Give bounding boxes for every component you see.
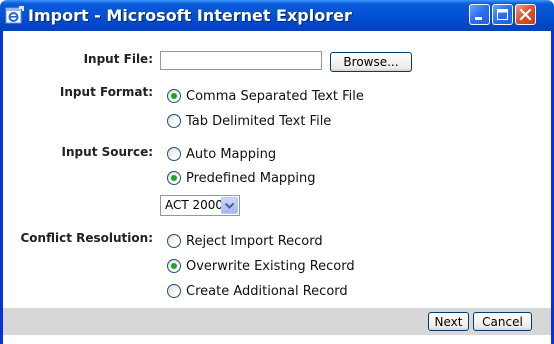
browse-button[interactable]: Browse... [330,52,412,72]
chevron-down-icon[interactable] [221,197,238,214]
radio-button-checked[interactable] [167,258,181,273]
radio-label: Predefined Mapping [186,171,316,186]
radio-label: Create Additional Record [186,284,348,299]
mapping-select[interactable]: ACT 2000 [160,195,240,216]
radio-label: Tab Delimited Text File [186,114,332,129]
minimize-button[interactable] [469,4,490,25]
input-format-label: Input Format: [59,85,153,99]
radio-reject-import[interactable]: Reject Import Record [167,233,323,249]
input-file-label: Input File: [83,52,153,66]
conflict-resolution-label: Conflict Resolution: [20,231,154,245]
maximize-button[interactable] [492,4,513,25]
radio-label: Overwrite Existing Record [186,259,355,274]
internet-explorer-icon [5,6,25,25]
radio-overwrite-existing[interactable]: Overwrite Existing Record [167,258,355,274]
radio-auto-mapping[interactable]: Auto Mapping [167,146,277,162]
window-title: Import - Microsoft Internet Explorer [28,6,352,25]
cancel-button[interactable]: Cancel [473,312,532,331]
maximize-icon [497,9,508,20]
radio-label: Reject Import Record [186,234,323,249]
radio-comma-separated[interactable]: Comma Separated Text File [167,88,364,104]
radio-button[interactable] [167,233,181,248]
radio-button-checked[interactable] [167,170,181,185]
next-button[interactable]: Next [428,312,469,331]
close-icon [519,8,532,21]
mapping-select-value: ACT 2000 [165,198,224,212]
radio-label: Comma Separated Text File [186,89,364,104]
title-bar: Import - Microsoft Internet Explorer [0,0,554,31]
input-file-field[interactable] [160,51,322,70]
radio-predefined-mapping[interactable]: Predefined Mapping [167,170,316,186]
input-source-label: Input Source: [61,145,153,159]
radio-button[interactable] [167,113,181,128]
radio-create-additional[interactable]: Create Additional Record [167,283,348,299]
radio-button-checked[interactable] [167,88,181,103]
radio-tab-delimited[interactable]: Tab Delimited Text File [167,113,332,129]
close-button[interactable] [515,4,536,25]
radio-button[interactable] [167,283,181,298]
radio-label: Auto Mapping [186,147,277,162]
radio-button[interactable] [167,146,181,161]
minimize-icon [475,17,482,20]
